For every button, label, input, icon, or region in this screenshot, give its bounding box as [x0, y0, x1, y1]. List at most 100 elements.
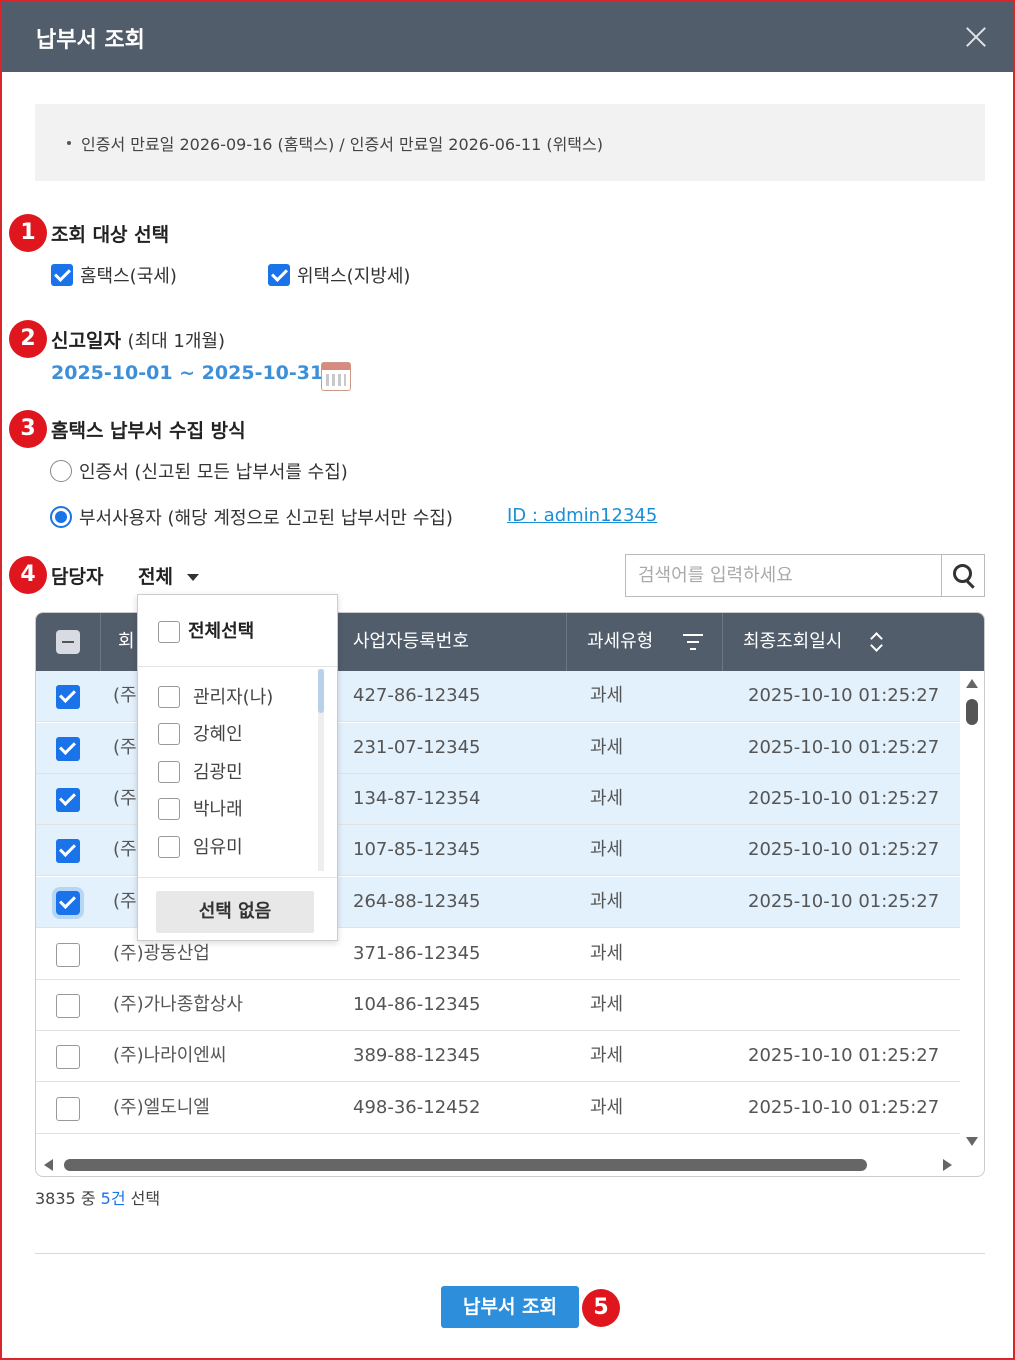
search-icon[interactable] — [941, 555, 984, 596]
caret-down-icon — [186, 574, 199, 581]
summary-suffix: 선택 — [130, 1189, 161, 1208]
cell-tax-type: 과세 — [590, 994, 624, 1015]
account-id-link[interactable]: ID : admin12345 — [507, 505, 657, 526]
dropdown-scrollbar[interactable] — [318, 669, 324, 871]
horizontal-scrollbar[interactable] — [36, 1153, 984, 1176]
cell-tax-type: 과세 — [590, 839, 624, 860]
filter-icon[interactable] — [683, 633, 703, 651]
query-button[interactable]: 납부서 조회 — [441, 1286, 579, 1328]
cell-biz-no: 104-86-12345 — [353, 994, 481, 1015]
cell-biz-no: 264-88-12345 — [353, 891, 481, 912]
scroll-down-icon[interactable] — [966, 1137, 978, 1146]
scroll-right-icon[interactable] — [943, 1159, 952, 1171]
step-badge-3: 3 — [9, 410, 47, 448]
cell-biz-no: 389-88-12345 — [353, 1045, 481, 1066]
cell-last-query: 2025-10-10 01:25:27 — [748, 685, 940, 706]
hometax-checkbox[interactable] — [51, 264, 73, 286]
section2-heading: 신고일자 (최대 1개월) — [51, 326, 225, 353]
row-checkbox[interactable] — [56, 943, 80, 967]
cell-tax-type: 과세 — [590, 891, 624, 912]
row-checkbox[interactable] — [56, 839, 80, 863]
cell-tax-type: 과세 — [590, 685, 624, 706]
step-badge-5: 5 — [582, 1289, 620, 1327]
cell-tax-type: 과세 — [590, 943, 624, 964]
dropdown-item-checkbox[interactable] — [158, 686, 180, 708]
dropdown-item-label[interactable]: 강혜인 — [193, 720, 243, 746]
cell-last-query: 2025-10-10 01:25:27 — [748, 1045, 940, 1066]
summary-selected-count: 5건 — [100, 1189, 126, 1208]
scroll-thumb[interactable] — [966, 699, 978, 725]
section2-subtitle: (최대 1개월) — [127, 331, 226, 352]
manager-dropdown-panel: 전체선택 관리자(나) 강혜인김광민박나래임유미 선택 없음 — [137, 594, 338, 941]
cell-tax-type: 과세 — [590, 788, 624, 809]
cell-company-name: (주 — [113, 685, 137, 706]
manager-selected: 전체 — [138, 566, 173, 588]
dropdown-item-label[interactable]: 관리자(나) — [193, 683, 273, 709]
section3-title: 홈택스 납부서 수집 방식 — [51, 420, 246, 442]
cell-company-name: (주)나라이엔씨 — [113, 1045, 227, 1066]
certificate-radio[interactable] — [50, 460, 72, 482]
cell-biz-no: 107-85-12345 — [353, 839, 481, 860]
row-checkbox[interactable] — [56, 891, 80, 915]
dropdown-select-all-checkbox[interactable] — [158, 621, 180, 643]
close-icon[interactable] — [961, 22, 991, 52]
col-last-query[interactable]: 최종조회일시 — [743, 613, 842, 671]
row-checkbox[interactable] — [56, 994, 80, 1018]
dropdown-item-checkbox[interactable] — [158, 798, 180, 820]
cell-last-query: 2025-10-10 01:25:27 — [748, 788, 940, 809]
sort-icon[interactable] — [869, 631, 883, 653]
summary-total: 3835 — [35, 1189, 76, 1208]
footer-divider — [35, 1253, 985, 1254]
dept-user-radio[interactable] — [50, 506, 72, 528]
dropdown-select-all-label[interactable]: 전체선택 — [188, 617, 254, 643]
cell-tax-type: 과세 — [590, 1097, 624, 1118]
step-badge-2: 2 — [9, 320, 47, 358]
row-checkbox[interactable] — [56, 788, 80, 812]
table-row[interactable]: (주)가나종합상사 104-86-12345 과세 — [36, 980, 960, 1031]
wetax-checkbox[interactable] — [268, 264, 290, 286]
dropdown-item-label[interactable]: 김광민 — [193, 758, 243, 784]
dropdown-item-label[interactable]: 박나래 — [193, 795, 243, 821]
row-checkbox[interactable] — [56, 1045, 80, 1069]
dropdown-item-checkbox[interactable] — [158, 761, 180, 783]
scroll-up-icon[interactable] — [966, 679, 978, 688]
col-tax-type[interactable]: 과세유형 — [587, 613, 653, 671]
cell-last-query: 2025-10-10 01:25:27 — [748, 891, 940, 912]
dropdown-item-checkbox[interactable] — [158, 723, 180, 745]
scroll-left-icon[interactable] — [44, 1159, 53, 1171]
select-all-checkbox[interactable] — [56, 630, 80, 654]
dropdown-item-label[interactable]: 임유미 — [193, 833, 243, 859]
row-checkbox[interactable] — [56, 685, 80, 709]
cell-tax-type: 과세 — [590, 737, 624, 758]
certificate-radio-label: 인증서 (신고된 모든 납부서를 수집) — [79, 462, 348, 483]
cell-company-name: (주 — [113, 891, 137, 912]
step-badge-1: 1 — [9, 214, 47, 252]
cell-last-query: 2025-10-10 01:25:27 — [748, 839, 940, 860]
scroll-thumb-horizontal[interactable] — [64, 1159, 867, 1171]
date-range[interactable]: 2025-10-01 ~ 2025-10-31 — [51, 362, 323, 384]
cell-biz-no: 427-86-12345 — [353, 685, 481, 706]
cell-last-query: 2025-10-10 01:25:27 — [748, 737, 940, 758]
dropdown-item-checkbox[interactable] — [158, 836, 180, 858]
col-biz-no[interactable]: 사업자등록번호 — [353, 613, 469, 671]
summary-middle: 중 — [80, 1189, 96, 1208]
cell-company-name: (주)엘도니엘 — [113, 1097, 210, 1118]
row-checkbox[interactable] — [56, 737, 80, 761]
section4-title: 담당자 — [51, 566, 104, 588]
table-row[interactable]: (주)나라이엔씨 389-88-12345 과세 2025-10-10 01:25:2… — [36, 1031, 960, 1082]
col-name[interactable]: 회 — [118, 613, 135, 671]
cell-company-name: (주 — [113, 839, 137, 860]
calendar-icon[interactable] — [321, 362, 351, 391]
table-row[interactable]: (주)엘도니엘 498-36-12452 과세 2025-10-10 01:25:27 — [36, 1083, 960, 1134]
selection-summary: 3835 중 5건 선택 — [35, 1185, 160, 1209]
cell-company-name: (주)가나종합상사 — [113, 994, 243, 1015]
row-checkbox[interactable] — [56, 1097, 80, 1121]
vertical-scrollbar[interactable] — [960, 671, 984, 1151]
table-row-partial — [36, 1142, 960, 1152]
hometax-label: 홈택스(국세) — [80, 266, 177, 287]
cell-biz-no: 498-36-12452 — [353, 1097, 481, 1118]
search-input[interactable] — [626, 555, 942, 596]
notice-text: 인증서 만료일 2026-09-16 (홈택스) / 인증서 만료일 2026-… — [81, 135, 603, 154]
manager-dropdown[interactable]: 전체 — [138, 562, 199, 589]
select-none-button[interactable]: 선택 없음 — [156, 891, 314, 933]
